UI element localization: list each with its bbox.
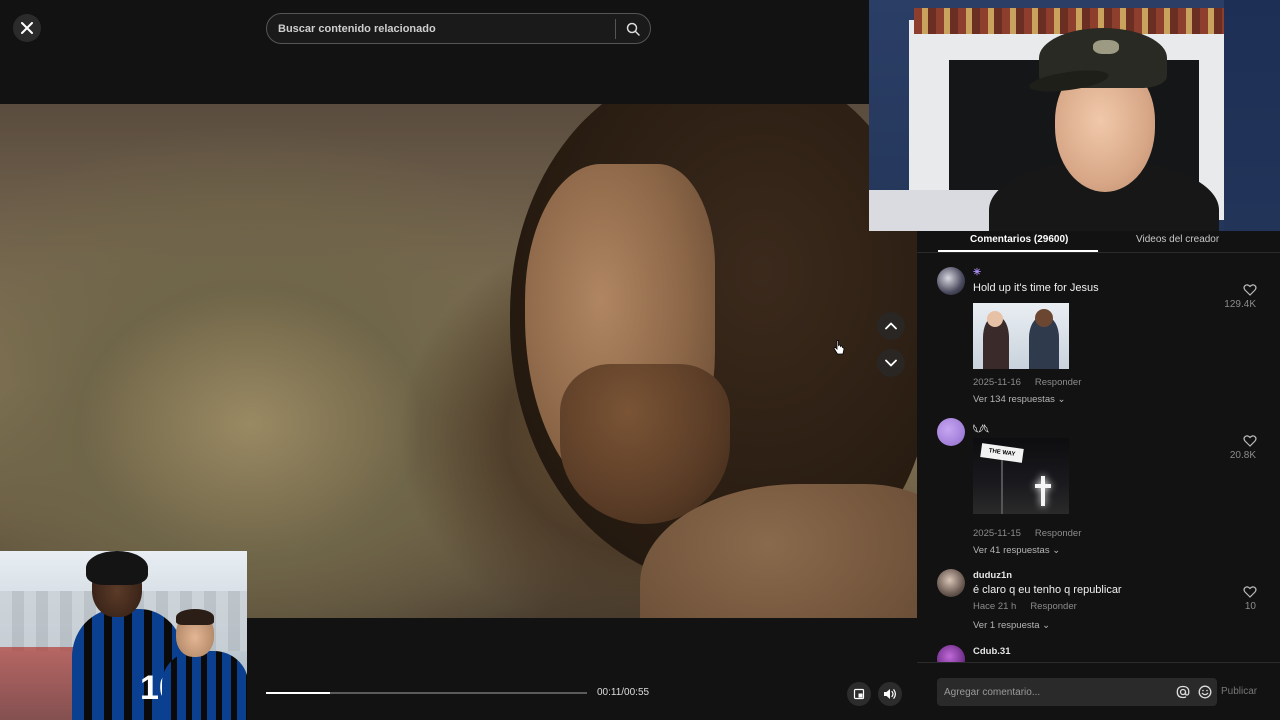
footballer-photo-overlay: 10 bbox=[0, 551, 247, 720]
avatar[interactable] bbox=[937, 267, 965, 295]
video-figure-beard bbox=[560, 364, 730, 524]
comment-image[interactable] bbox=[973, 303, 1069, 369]
comment-meta: 2025-11-15 Responder bbox=[973, 528, 1081, 539]
comment-date: 2025-11-16 bbox=[973, 377, 1021, 388]
comment-image-sign-pole bbox=[1001, 460, 1003, 514]
webcam-wall bbox=[1224, 0, 1280, 231]
picture-in-picture-button[interactable] bbox=[847, 682, 871, 706]
photo-player-one-hair bbox=[86, 551, 148, 585]
reply-button[interactable]: Responder bbox=[1035, 528, 1081, 539]
tab-creator-videos[interactable]: Videos del creador bbox=[1136, 234, 1219, 245]
comment-meta: Hace 21 h Responder bbox=[973, 601, 1077, 612]
comment-username[interactable]: duduz1n bbox=[973, 570, 1012, 581]
search-bar bbox=[266, 13, 651, 44]
progress-bar[interactable] bbox=[266, 692, 587, 694]
avatar[interactable] bbox=[937, 569, 965, 597]
close-button[interactable] bbox=[13, 14, 41, 42]
top-bar bbox=[0, 0, 917, 104]
app-window: 00:11/00:55 10 Comentarios (29600) bbox=[0, 0, 1280, 720]
comment-username[interactable]: 𓆩𓆪𓆩 bbox=[973, 421, 989, 437]
view-replies-button[interactable]: Ver 41 respuestas ⌄ bbox=[973, 545, 1060, 556]
like-count: 129.4K bbox=[1224, 299, 1256, 310]
view-replies-button[interactable]: Ver 1 respuesta ⌄ bbox=[973, 620, 1050, 631]
comment-input[interactable] bbox=[937, 686, 1173, 698]
active-tab-indicator bbox=[938, 250, 1098, 252]
comment-date: 2025-11-15 bbox=[973, 528, 1021, 539]
comment-text: Hold up it's time for Jesus bbox=[973, 282, 1099, 294]
chevron-up-icon bbox=[885, 322, 897, 330]
volume-button[interactable] bbox=[878, 682, 902, 706]
like-count: 20.8K bbox=[1229, 450, 1256, 461]
comment-image-face-left bbox=[987, 311, 1003, 327]
photo-player-two-jersey bbox=[162, 651, 247, 720]
heart-icon[interactable] bbox=[1243, 434, 1257, 448]
photo-background-red bbox=[0, 647, 80, 720]
at-sign-icon bbox=[1176, 685, 1190, 699]
previous-video-button[interactable] bbox=[877, 312, 905, 340]
video-frame[interactable] bbox=[0, 104, 917, 618]
search-input[interactable] bbox=[267, 14, 615, 43]
webcam-cap-logo bbox=[1093, 40, 1119, 54]
panel-tabs: Comentarios (29600) Videos del creador bbox=[917, 231, 1280, 253]
avatar[interactable] bbox=[937, 645, 965, 662]
smiley-icon bbox=[1198, 685, 1212, 699]
comment-input-bar bbox=[937, 678, 1217, 706]
heart-icon[interactable] bbox=[1243, 585, 1257, 599]
time-display: 00:11/00:55 bbox=[597, 687, 650, 698]
pip-icon bbox=[853, 688, 865, 700]
comment-text: é claro q eu tenho q republicar bbox=[973, 584, 1122, 596]
reply-button[interactable]: Responder bbox=[1035, 377, 1081, 388]
chevron-down-icon bbox=[885, 359, 897, 367]
comments-panel: Comentarios (29600) Videos del creador ✳… bbox=[917, 231, 1280, 720]
comment-meta: 2025-11-16 Responder bbox=[973, 377, 1081, 388]
volume-icon bbox=[884, 689, 896, 699]
search-icon bbox=[626, 22, 640, 36]
next-video-button[interactable] bbox=[877, 349, 905, 377]
view-replies-button[interactable]: Ver 134 respuestas ⌄ bbox=[973, 394, 1065, 405]
like-count: 10 bbox=[1244, 601, 1256, 612]
comment-username[interactable]: Cdub.31 bbox=[973, 646, 1010, 657]
comment-image[interactable]: THE WAY bbox=[973, 438, 1069, 514]
emoji-button[interactable] bbox=[1195, 682, 1215, 702]
search-button[interactable] bbox=[616, 14, 650, 43]
reply-button[interactable]: Responder bbox=[1030, 601, 1076, 612]
comment-input-divider bbox=[917, 662, 1280, 663]
comment-date: Hace 21 h bbox=[973, 601, 1017, 612]
publish-button[interactable]: Publicar bbox=[1221, 686, 1257, 697]
progress-fill bbox=[266, 692, 331, 694]
comment-item: Cdub.31 bbox=[917, 645, 1280, 662]
comment-username[interactable]: ✳ bbox=[973, 267, 981, 278]
close-icon bbox=[21, 22, 33, 34]
webcam-overlay bbox=[869, 0, 1280, 231]
heart-icon[interactable] bbox=[1243, 283, 1257, 297]
cross-icon bbox=[1035, 476, 1051, 506]
photo-player-two-hair bbox=[176, 609, 214, 625]
hand-cursor-icon bbox=[833, 340, 845, 355]
mention-button[interactable] bbox=[1173, 682, 1193, 702]
avatar[interactable] bbox=[937, 418, 965, 446]
tab-comments[interactable]: Comentarios (29600) bbox=[970, 234, 1068, 245]
comment-image-face-right bbox=[1035, 309, 1053, 327]
